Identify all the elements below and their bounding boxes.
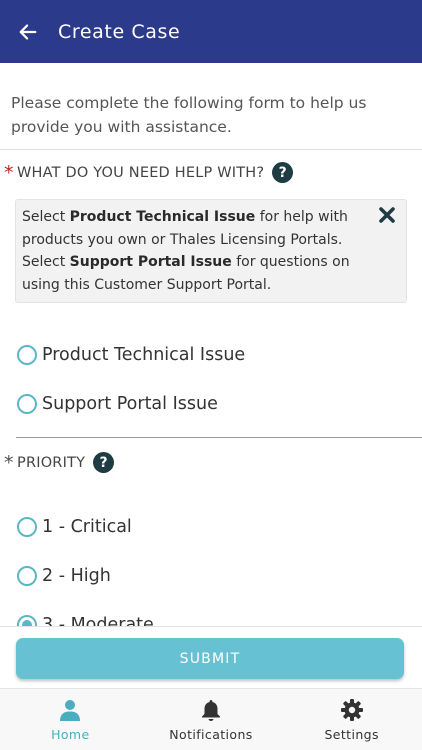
radio-label: 3 - Moderate [42, 614, 154, 627]
help-with-label: WHAT DO YOU NEED HELP WITH? [17, 164, 265, 181]
radio-priority-high[interactable]: 2 - High [0, 551, 422, 600]
tab-home[interactable]: Home [0, 689, 141, 750]
submit-bar: SUBMIT [0, 626, 422, 688]
info-line2-prefix: Select [22, 254, 70, 270]
info-line2-bold: Support Portal Issue [69, 254, 232, 270]
tab-label: Settings [324, 727, 379, 742]
divider [16, 437, 422, 438]
radio-label: Support Portal Issue [42, 393, 218, 414]
help-info-box: Select Product Technical Issue for help … [15, 199, 407, 303]
app-bar: Create Case [0, 0, 422, 63]
close-icon[interactable] [378, 206, 396, 224]
tab-label: Home [51, 727, 90, 742]
radio-circle[interactable] [17, 344, 37, 365]
question-help-icon[interactable]: ? [93, 452, 115, 473]
radio-label: 2 - High [42, 565, 111, 586]
intro-text: Please complete the following form to he… [11, 94, 367, 136]
radio-support-portal-issue[interactable]: Support Portal Issue [0, 379, 422, 428]
tab-notifications[interactable]: Notifications [141, 689, 282, 750]
priority-label: PRIORITY [17, 454, 86, 471]
info-line1-bold: Product Technical Issue [69, 209, 256, 225]
radio-label: 1 - Critical [42, 516, 132, 537]
submit-button[interactable]: SUBMIT [16, 638, 404, 679]
back-button[interactable] [0, 0, 56, 63]
radio-circle[interactable] [17, 393, 37, 414]
divider [0, 149, 422, 150]
info-text: Select Product Technical Issue for help … [22, 206, 370, 296]
form-content[interactable]: Please complete the following form to he… [0, 63, 422, 626]
arrow-left-icon [19, 23, 37, 40]
radio-circle[interactable] [17, 516, 37, 537]
bottom-tab-bar: Home Notifications Settings [0, 688, 422, 750]
priority-label-row: * PRIORITY ? [0, 452, 422, 473]
radio-label: Product Technical Issue [42, 344, 246, 365]
page-title: Create Case [58, 20, 181, 43]
question-help-icon[interactable]: ? [272, 162, 294, 183]
bell-icon [202, 700, 220, 721]
radio-product-technical-issue[interactable]: Product Technical Issue [0, 330, 422, 379]
required-asterisk-icon: * [4, 161, 14, 184]
person-icon [60, 700, 81, 721]
help-with-label-row: * WHAT DO YOU NEED HELP WITH? ? [0, 162, 422, 183]
tab-settings[interactable]: Settings [281, 689, 422, 750]
radio-circle[interactable] [17, 565, 37, 586]
radio-priority-critical[interactable]: 1 - Critical [0, 502, 422, 551]
radio-circle-selected[interactable] [17, 614, 37, 626]
gear-icon [340, 699, 363, 721]
tab-label: Notifications [169, 727, 253, 742]
required-asterisk-icon: * [4, 451, 14, 474]
info-line1-prefix: Select [22, 209, 70, 225]
radio-priority-moderate[interactable]: 3 - Moderate [0, 600, 422, 626]
